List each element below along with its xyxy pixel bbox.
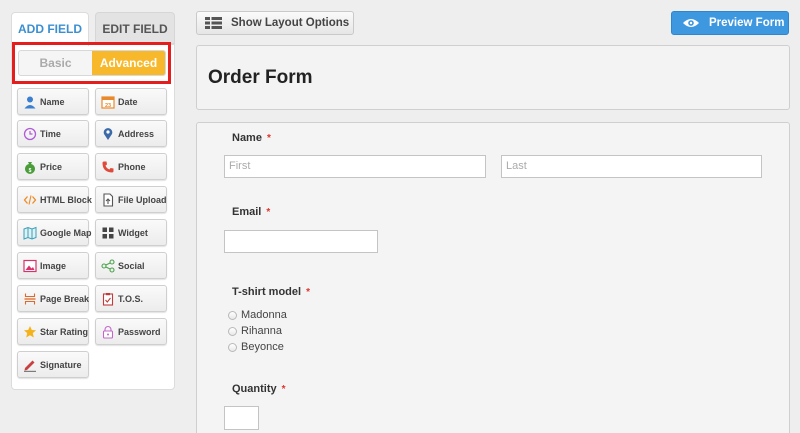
toggle-advanced[interactable]: Advanced	[92, 51, 165, 75]
field-label: Time	[40, 128, 61, 139]
name-field-label: Name *	[232, 132, 271, 144]
lock-icon	[101, 325, 115, 339]
basic-advanced-toggle: Basic Advanced	[18, 50, 166, 76]
required-asterisk: *	[306, 287, 310, 298]
quantity-field-label: Quantity *	[232, 383, 286, 395]
form-title-card[interactable]: Order Form	[196, 45, 790, 110]
first-name-input[interactable]: First	[224, 155, 486, 178]
field-price-button[interactable]: $ Price	[17, 153, 89, 180]
layout-list-icon	[205, 17, 222, 29]
preview-button-label: Preview Form	[709, 17, 785, 29]
svg-text:23: 23	[105, 103, 111, 109]
required-asterisk: *	[281, 384, 286, 395]
field-password-button[interactable]: Password	[95, 318, 167, 345]
file-upload-icon	[101, 192, 115, 207]
radio-button[interactable]	[228, 310, 237, 320]
field-page-break-button[interactable]: Page Break	[17, 285, 89, 312]
radio-option-rihanna[interactable]: Rihanna	[228, 324, 282, 338]
email-input[interactable]	[224, 230, 378, 253]
field-phone-button[interactable]: Phone	[95, 153, 167, 180]
field-tos-button[interactable]: T.O.S.	[95, 285, 167, 312]
clipboard-icon	[101, 292, 115, 306]
eye-icon	[682, 17, 700, 29]
preview-form-button[interactable]: Preview Form	[671, 11, 789, 35]
clock-icon	[23, 127, 37, 141]
map-pin-icon	[101, 127, 115, 141]
field-label: Image	[40, 260, 67, 271]
radio-button[interactable]	[228, 342, 237, 352]
field-address-button[interactable]: Address	[95, 120, 167, 147]
field-date-button[interactable]: 23 Date	[95, 88, 167, 115]
page-break-icon	[23, 292, 37, 306]
field-star-rating-button[interactable]: Star Rating	[17, 318, 89, 345]
field-time-button[interactable]: Time	[17, 120, 89, 147]
field-label: HTML Block	[40, 194, 92, 205]
field-label: Page Break	[40, 293, 90, 304]
field-label: T.O.S.	[118, 293, 144, 304]
tshirt-field-label: T-shirt model *	[232, 286, 310, 298]
required-asterisk: *	[266, 133, 271, 144]
toggle-basic[interactable]: Basic	[19, 51, 92, 75]
field-google-map-button[interactable]: Google Map	[17, 219, 92, 246]
phone-icon	[101, 160, 115, 174]
field-label: Phone	[118, 161, 146, 172]
field-label: Password	[118, 326, 161, 337]
radio-button[interactable]	[228, 326, 237, 336]
user-icon	[23, 95, 37, 109]
share-icon	[101, 258, 115, 273]
field-file-upload-button[interactable]: File Upload	[95, 186, 167, 213]
field-label: Star Rating	[40, 326, 89, 337]
radio-option-madonna[interactable]: Madonna	[228, 308, 287, 322]
image-icon	[23, 259, 37, 273]
field-label: Widget	[118, 227, 148, 238]
star-icon	[23, 325, 37, 339]
widget-grid-icon	[101, 226, 115, 240]
field-label: Address	[118, 128, 155, 139]
tab-edit-field[interactable]: EDIT FIELD	[95, 12, 175, 44]
field-widget-button[interactable]: Widget	[95, 219, 167, 246]
calendar-icon: 23	[101, 95, 115, 109]
field-signature-button[interactable]: Signature	[17, 351, 89, 378]
field-label: Google Map	[40, 227, 92, 238]
field-html-block-button[interactable]: HTML Block	[17, 186, 92, 213]
form-title: Order Form	[208, 67, 313, 88]
money-bag-icon: $	[23, 160, 37, 174]
svg-text:$: $	[29, 168, 32, 174]
email-field-label: Email *	[232, 206, 271, 218]
field-label: Signature	[40, 359, 82, 370]
field-social-button[interactable]: Social	[95, 252, 167, 279]
field-name-button[interactable]: Name	[17, 88, 89, 115]
radio-option-beyonce[interactable]: Beyonce	[228, 340, 284, 354]
map-icon	[23, 226, 37, 240]
field-label: Name	[40, 96, 65, 107]
quantity-input[interactable]	[224, 406, 259, 430]
field-label: File Upload	[118, 194, 167, 205]
layout-button-label: Show Layout Options	[231, 17, 350, 29]
code-icon	[23, 193, 37, 207]
pen-icon	[23, 358, 37, 372]
field-label: Date	[118, 96, 138, 107]
show-layout-options-button[interactable]: Show Layout Options	[196, 11, 354, 35]
field-image-button[interactable]: Image	[17, 252, 89, 279]
field-label: Price	[40, 161, 63, 172]
required-asterisk: *	[266, 207, 271, 218]
field-label: Social	[118, 260, 145, 271]
last-name-input[interactable]: Last	[501, 155, 762, 178]
tab-add-field[interactable]: ADD FIELD	[11, 12, 89, 46]
